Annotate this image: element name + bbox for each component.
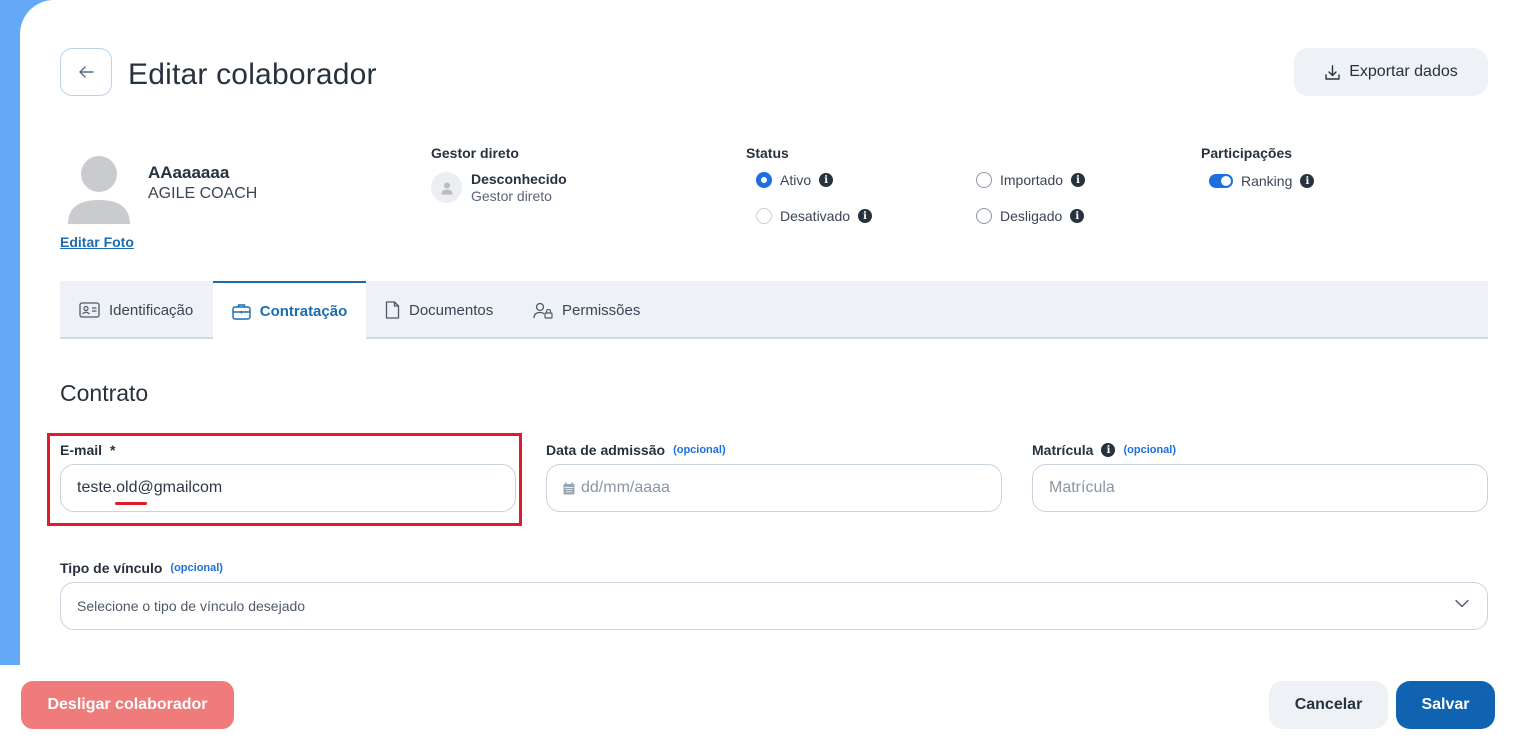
status-active-radio[interactable]: Ativo i: [756, 172, 834, 188]
manager-avatar: [431, 172, 462, 203]
link-type-label-group: Tipo de vínculo (opcional): [60, 560, 223, 576]
tab-label: Permissões: [562, 301, 641, 319]
edit-photo-link[interactable]: Editar Foto: [60, 234, 134, 250]
page-title: Editar colaborador: [128, 58, 377, 91]
info-icon: i: [1070, 209, 1085, 223]
status-option-label: Ativo: [780, 172, 812, 188]
radio-checked-indicator: [756, 172, 772, 188]
optional-tag: (opcional): [673, 444, 726, 456]
user-icon: [441, 182, 452, 194]
annotation-underline: [115, 502, 147, 505]
link-type-select[interactable]: Selecione o tipo de vínculo desejado: [60, 582, 1488, 630]
tab-identification[interactable]: Identificação: [79, 281, 193, 339]
status-option-label: Desligado: [1000, 208, 1063, 224]
status-imported-radio[interactable]: Importado i: [976, 172, 1086, 188]
cancel-button[interactable]: Cancelar: [1269, 681, 1388, 729]
tab-permissions[interactable]: Permissões: [533, 281, 640, 339]
info-icon: i: [1071, 173, 1086, 187]
tab-label: Contratação: [259, 303, 348, 320]
save-button[interactable]: Salvar: [1396, 681, 1495, 729]
ranking-toggle-label-group: Ranking i: [1241, 173, 1315, 189]
employee-name: AAaaaaaa: [148, 163, 230, 182]
briefcase-icon: [232, 304, 251, 320]
status-label: Status: [746, 145, 789, 161]
admission-label-group: Data de admissão (opcional): [546, 442, 726, 458]
document-icon: [385, 301, 400, 319]
manager-name: Desconhecido: [471, 171, 567, 187]
export-data-label: Exportar dados: [1349, 63, 1458, 80]
radio-indicator: [976, 172, 992, 188]
info-icon: i: [819, 173, 834, 187]
info-icon: i: [858, 209, 873, 223]
ranking-label: Ranking: [1241, 173, 1293, 189]
avatar: [68, 156, 130, 224]
section-title-contract: Contrato: [60, 380, 149, 406]
optional-tag: (opcional): [170, 562, 223, 574]
tab-documents[interactable]: Documentos: [385, 281, 493, 339]
info-icon: i: [1101, 443, 1116, 457]
status-dismissed-radio[interactable]: Desligado i: [976, 208, 1085, 224]
id-card-icon: [79, 302, 100, 318]
link-type-label: Tipo de vínculo: [60, 560, 163, 576]
chevron-down-icon: [1455, 599, 1469, 608]
status-disabled-radio[interactable]: Desativado i: [756, 208, 873, 224]
calendar-icon: [563, 482, 575, 494]
tab-hiring[interactable]: Contratação: [213, 281, 366, 340]
tab-bar: Identificação Contratação Documentos Per…: [60, 281, 1488, 340]
annotation-highlight-box: [47, 433, 522, 526]
optional-tag: (opcional): [1123, 444, 1177, 456]
download-icon: [1325, 64, 1340, 80]
status-option-label: Desativado: [780, 208, 851, 224]
admission-date-label: Data de admissão: [546, 442, 666, 458]
user-lock-icon: [533, 302, 553, 319]
tab-label: Documentos: [409, 301, 494, 319]
dismiss-employee-button[interactable]: Desligar colaborador: [21, 681, 234, 729]
status-option-label: Importado: [1000, 172, 1064, 188]
back-button[interactable]: [60, 48, 112, 96]
info-icon: i: [1300, 174, 1315, 188]
registration-label-group: Matrícula i (opcional): [1032, 442, 1176, 458]
admission-date-placeholder: dd/mm/aaaa: [581, 479, 670, 496]
employee-role: AGILE COACH: [148, 185, 258, 202]
registration-placeholder: Matrícula: [1049, 479, 1115, 496]
radio-indicator: [976, 208, 992, 224]
export-data-button[interactable]: Exportar dados: [1294, 48, 1488, 96]
manager-subtitle: Gestor direto: [471, 188, 552, 204]
manager-label: Gestor direto: [431, 145, 519, 161]
radio-indicator: [756, 208, 772, 224]
registration-label: Matrícula: [1032, 442, 1094, 458]
link-type-placeholder: Selecione o tipo de vínculo desejado: [77, 598, 306, 614]
arrow-left-icon: [79, 66, 94, 78]
ranking-toggle[interactable]: [1209, 174, 1233, 188]
admission-date-input[interactable]: dd/mm/aaaa: [546, 464, 1002, 512]
participations-label: Participações: [1201, 145, 1293, 161]
registration-input[interactable]: Matrícula: [1032, 464, 1488, 512]
tab-label: Identificação: [109, 301, 194, 319]
